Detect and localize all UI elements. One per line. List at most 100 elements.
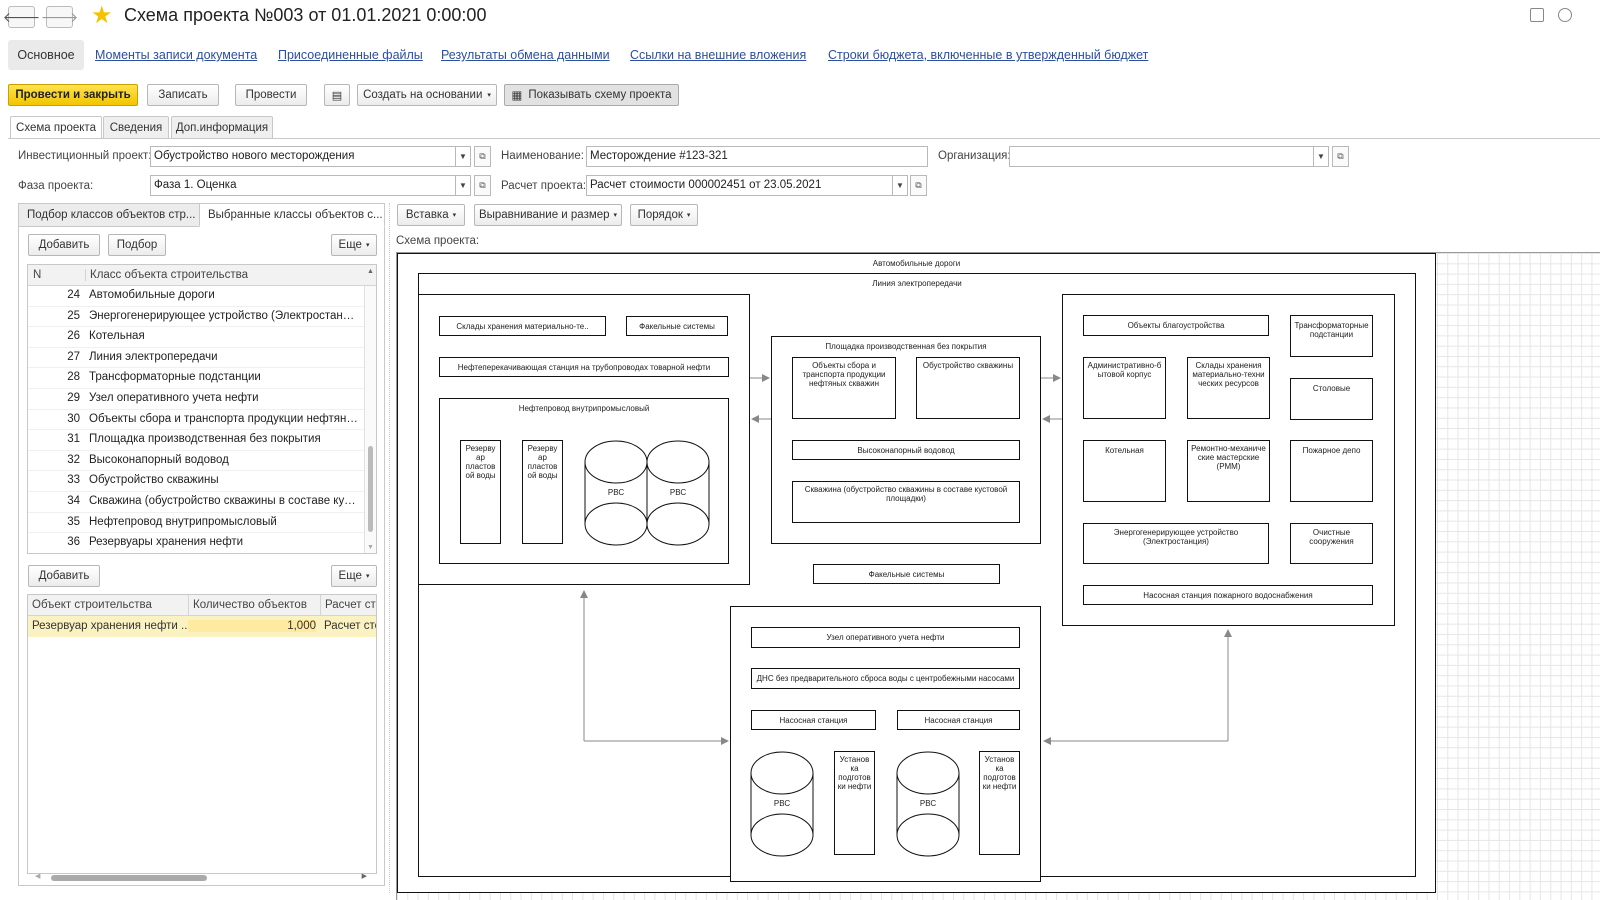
table-row[interactable]: 27 Линия электропередачи	[28, 348, 376, 369]
link-exchange-results[interactable]: Результаты обмена данными	[441, 48, 610, 62]
more-label-2: Еще	[338, 570, 362, 582]
table-row[interactable]: 35 Нефтепровод внутрипромысловый	[28, 513, 376, 534]
align-size-menu[interactable]: Выравнивание и размер ▾	[474, 204, 622, 226]
open-icon: ⧉	[479, 151, 486, 161]
chevron-down-icon: ▼	[1317, 152, 1325, 161]
more-button-2[interactable]: Еще ▾	[331, 565, 377, 587]
row-number: 31	[67, 433, 80, 446]
table-row[interactable]: 34 Скважина (обустройство скважины в сост…	[28, 492, 376, 513]
row-number: 27	[67, 350, 80, 363]
tab-project-scheme[interactable]: Схема проекта	[10, 116, 102, 139]
calc-cell: Расчет стс	[324, 620, 377, 632]
horizontal-scrollbar[interactable]: ◀ ▶	[27, 872, 377, 882]
calc-open[interactable]: ⧉	[910, 175, 927, 196]
scheme-caption: Схема проекта:	[396, 235, 480, 247]
create-based-label: Создать на основании	[363, 89, 483, 101]
organization-open[interactable]: ⧉	[1332, 146, 1349, 167]
project-scheme-canvas[interactable]: Автомобильные дороги Линия электропереда…	[396, 252, 1600, 900]
tabs-divider	[8, 138, 1600, 139]
phase-field[interactable]: Фаза 1. Оценка	[150, 175, 456, 196]
link-record-moments[interactable]: Моменты записи документа	[95, 48, 257, 62]
row-class-name: Площадка производственная без покрытия	[89, 433, 321, 446]
arrow-right-icon: 🡒	[40, 8, 79, 25]
table-row[interactable]: 24 Автомобильные дороги	[28, 286, 376, 307]
table-row[interactable]: 36 Резервуары хранения нефти	[28, 533, 376, 553]
row-number: 33	[67, 474, 80, 487]
more-button[interactable]: Еще ▾	[331, 234, 377, 256]
calc-dropdown[interactable]: ▼	[892, 175, 908, 196]
tab-main[interactable]: Основное	[8, 40, 84, 70]
scroll-thumb[interactable]	[51, 875, 207, 881]
row-number: 24	[67, 289, 80, 301]
table-row[interactable]: 25 Энергогенерирующее устройство (Электро…	[28, 307, 376, 328]
table-row[interactable]: 31 Площадка производственная без покрытия	[28, 430, 376, 451]
scroll-down-icon[interactable]: ▼	[367, 544, 374, 551]
scroll-left-icon[interactable]: ◀	[35, 872, 40, 880]
phase-dropdown[interactable]: ▼	[455, 175, 471, 196]
tab-selected-classes[interactable]: Выбранные классы объектов с...	[199, 203, 385, 227]
tab-info[interactable]: Сведения	[103, 116, 169, 138]
calc-field[interactable]: Расчет стоимости 000002451 от 23.05.2021	[586, 175, 893, 196]
column-calc[interactable]: Расчет стс	[320, 595, 376, 616]
phase-open[interactable]: ⧉	[474, 175, 491, 196]
row-number: 26	[67, 330, 80, 343]
add-object-button[interactable]: Добавить	[28, 565, 100, 587]
link-budget-lines[interactable]: Строки бюджета, включенные в утвержденны…	[828, 48, 1148, 62]
link-external-attachments[interactable]: Ссылки на внешние вложения	[630, 48, 806, 62]
tab-pick-classes[interactable]: Подбор классов объектов стр...	[18, 203, 200, 227]
link-attached-files[interactable]: Присоединенные файлы	[278, 48, 423, 62]
investment-project-open[interactable]: ⧉	[474, 146, 491, 167]
investment-project-field[interactable]: Обустройство нового месторождения	[150, 146, 456, 167]
scroll-up-icon[interactable]: ▲	[367, 268, 374, 275]
table-row[interactable]: 32 Высоконапорный водовод	[28, 451, 376, 472]
insert-label: Вставка	[405, 209, 449, 221]
table-row[interactable]: 26 Котельная	[28, 327, 376, 348]
calc-label: Расчет проекта:	[501, 180, 587, 192]
post-and-close-button[interactable]: Провести и закрыть	[8, 84, 138, 106]
row-number: 32	[67, 453, 80, 466]
tab-extra-info[interactable]: Доп.информация	[171, 116, 273, 138]
show-scheme-toggle[interactable]: ▦ Показывать схему проекта	[504, 84, 679, 106]
forward-button[interactable]: 🡒	[41, 6, 78, 28]
table-row[interactable]: Резервуар хранения нефти ... 1,000 Расче…	[28, 616, 376, 637]
save-icon[interactable]	[1530, 8, 1544, 22]
table-row[interactable]: 30 Объекты сбора и транспорта продукции н…	[28, 410, 376, 431]
column-n[interactable]: N	[33, 269, 41, 281]
row-number: 28	[67, 371, 80, 384]
column-object[interactable]: Объект строительства	[32, 599, 152, 611]
chevron-down-icon: ▼	[459, 152, 467, 161]
pick-button[interactable]: Подбор	[108, 234, 166, 256]
organization-dropdown[interactable]: ▼	[1313, 146, 1329, 167]
row-class-name: Котельная	[89, 330, 145, 343]
show-scheme-label: Показывать схему проекта	[528, 89, 672, 101]
more-label: Еще	[338, 239, 362, 251]
name-field[interactable]: Месторождение #123-321	[586, 146, 928, 167]
open-icon: ⧉	[479, 180, 486, 190]
organization-field[interactable]	[1009, 146, 1314, 167]
table-row[interactable]: 33 Обустройство скважины	[28, 471, 376, 492]
column-class[interactable]: Класс объекта строительства	[85, 269, 248, 281]
add-class-button[interactable]: Добавить	[28, 234, 100, 256]
order-menu[interactable]: Порядок ▾	[630, 204, 698, 226]
scroll-right-icon[interactable]: ▶	[362, 872, 367, 880]
table-row[interactable]: 28 Трансформаторные подстанции	[28, 368, 376, 389]
scroll-thumb[interactable]	[368, 446, 373, 532]
vertical-scrollbar[interactable]: ▲ ▼	[364, 268, 376, 553]
save-button[interactable]: Записать	[147, 84, 219, 106]
investment-project-dropdown[interactable]: ▼	[455, 146, 471, 167]
link-icon[interactable]	[1558, 8, 1572, 22]
favorite-star-icon[interactable]: ★	[91, 3, 113, 29]
table-row[interactable]: 29 Узел оперативного учета нефти	[28, 389, 376, 410]
back-button[interactable]: 🡐	[3, 6, 40, 28]
organization-label: Организация:	[938, 150, 1011, 162]
row-number: 30	[67, 412, 80, 425]
chevron-down-icon: ▼	[459, 181, 467, 190]
column-qty[interactable]: Количество объектов	[188, 595, 307, 616]
create-based-button[interactable]: Создать на основании ▾	[357, 84, 497, 106]
panel-splitter[interactable]	[389, 203, 390, 893]
connector-arrows	[580, 374, 1232, 745]
report-button[interactable]: ▤	[324, 84, 350, 106]
row-class-name: Высоконапорный водовод	[89, 453, 229, 466]
insert-menu[interactable]: Вставка ▾	[397, 204, 465, 226]
post-button[interactable]: Провести	[235, 84, 307, 106]
